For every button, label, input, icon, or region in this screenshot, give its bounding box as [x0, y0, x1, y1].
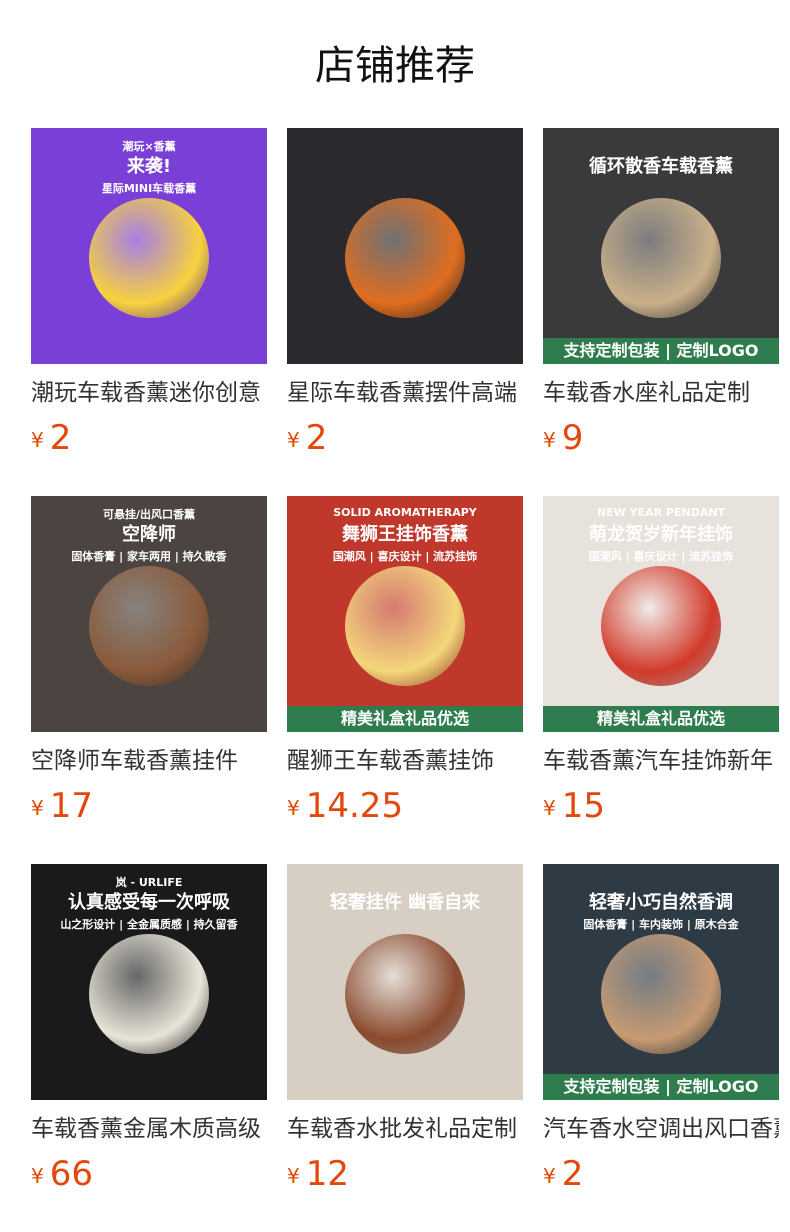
image-banner: 精美礼盒礼品优选: [543, 706, 779, 732]
product-image[interactable]: 岚 - URLIFE 认真感受每一次呼吸 山之形设计 | 全金属质感 | 持久留香: [31, 864, 267, 1100]
product-image[interactable]: 潮玩×香薰 来袭! 星际MINI车载香薰: [31, 128, 267, 364]
product-illustration: [89, 566, 209, 686]
product-illustration: [345, 566, 465, 686]
product-price: ¥17: [31, 786, 267, 826]
product-card[interactable]: 轻奢挂件 幽香自来车载香水批发礼品定制 ¥12: [287, 864, 523, 1232]
product-price: ¥2: [543, 1154, 779, 1194]
product-price: ¥15: [543, 786, 779, 826]
currency-symbol: ¥: [31, 796, 44, 820]
product-illustration: [601, 198, 721, 318]
product-card[interactable]: 可悬挂/出风口香薰 空降师 固体香膏 | 家车两用 | 持久散香 空降师车载香薰挂件 ¥…: [31, 496, 267, 864]
product-card[interactable]: 潮玩×香薰 来袭! 星际MINI车载香薰 潮玩车载香薰迷你创意 ¥2: [31, 128, 267, 496]
product-illustration: [89, 934, 209, 1054]
product-price: ¥14.25: [287, 786, 523, 826]
image-subheading: 星际MINI车载香薰: [101, 182, 197, 195]
image-subheading: 国潮风 | 喜庆设计 | 流苏挂饰: [332, 550, 478, 563]
product-card[interactable]: 轻奢小巧自然香调固体香膏 | 车内装饰 | 原木合金支持定制包装 | 定制LOG…: [543, 864, 779, 1232]
currency-symbol: ¥: [31, 1164, 44, 1188]
product-card[interactable]: SOLID AROMATHERAPY 舞狮王挂饰香薰国潮风 | 喜庆设计 | 流苏…: [287, 496, 523, 864]
price-value: 15: [561, 786, 605, 826]
product-image[interactable]: 轻奢挂件 幽香自来: [287, 864, 523, 1100]
price-value: 66: [49, 1154, 93, 1194]
product-title[interactable]: 车载香水批发礼品定制: [287, 1114, 523, 1144]
product-price: ¥12: [287, 1154, 523, 1194]
image-subheading: 国潮风 | 喜庆设计 | 流苏挂饰: [588, 550, 734, 563]
image-heading: 轻奢小巧自然香调: [589, 892, 733, 913]
product-card[interactable]: 星际车载香薰摆件高端 ¥2: [287, 128, 523, 496]
image-heading: 舞狮王挂饰香薰: [342, 524, 468, 545]
currency-symbol: ¥: [543, 796, 556, 820]
price-value: 14.25: [305, 786, 404, 826]
price-value: 12: [305, 1154, 349, 1194]
product-title[interactable]: 车载香水座礼品定制: [543, 378, 779, 408]
image-subheading: 固体香膏 | 家车两用 | 持久散香: [71, 550, 227, 563]
product-image[interactable]: 可悬挂/出风口香薰 空降师 固体香膏 | 家车两用 | 持久散香: [31, 496, 267, 732]
product-title[interactable]: 星际车载香薰摆件高端: [287, 378, 523, 408]
image-heading: 认真感受每一次呼吸: [68, 892, 230, 913]
price-value: 2: [305, 418, 328, 458]
image-banner: 精美礼盒礼品优选: [287, 706, 523, 732]
product-price: ¥2: [31, 418, 267, 458]
currency-symbol: ¥: [31, 428, 44, 452]
image-banner: 支持定制包装 | 定制LOGO: [543, 1074, 779, 1100]
section-title: 店铺推荐: [315, 43, 475, 89]
image-heading: 萌龙贺岁新年挂饰: [589, 524, 733, 545]
price-value: 9: [561, 418, 584, 458]
product-price: ¥9: [543, 418, 779, 458]
price-value: 2: [49, 418, 72, 458]
price-value: 17: [49, 786, 93, 826]
image-subheading: 山之形设计 | 全金属质感 | 持久留香: [60, 918, 238, 931]
image-heading: 来袭!: [126, 156, 172, 177]
product-title[interactable]: 汽车香水空调出风口香薰: [543, 1114, 779, 1144]
product-image[interactable]: 循环散香车载香薰支持定制包装 | 定制LOGO: [543, 128, 779, 364]
product-card[interactable]: 岚 - URLIFE 认真感受每一次呼吸 山之形设计 | 全金属质感 | 持久留香车…: [31, 864, 267, 1232]
product-illustration: [89, 198, 209, 318]
product-illustration: [345, 934, 465, 1054]
product-illustration: [601, 566, 721, 686]
image-heading: 空降师: [122, 524, 176, 545]
product-illustration: [601, 934, 721, 1054]
product-illustration: [345, 198, 465, 318]
currency-symbol: ¥: [287, 1164, 300, 1188]
product-image[interactable]: NEW YEAR PENDANT 萌龙贺岁新年挂饰国潮风 | 喜庆设计 | 流苏挂…: [543, 496, 779, 732]
product-title[interactable]: 潮玩车载香薰迷你创意: [31, 378, 267, 408]
product-title[interactable]: 醒狮王车载香薰挂饰: [287, 746, 523, 776]
price-value: 2: [561, 1154, 584, 1194]
image-heading: 轻奢挂件 幽香自来: [329, 892, 481, 913]
currency-symbol: ¥: [543, 428, 556, 452]
product-image[interactable]: [287, 128, 523, 364]
currency-symbol: ¥: [543, 1164, 556, 1188]
product-title[interactable]: 车载香薰金属木质高级: [31, 1114, 267, 1144]
product-card[interactable]: NEW YEAR PENDANT 萌龙贺岁新年挂饰国潮风 | 喜庆设计 | 流苏挂…: [543, 496, 779, 864]
section-header: 店铺推荐: [0, 0, 790, 128]
product-grid: 潮玩×香薰 来袭! 星际MINI车载香薰 潮玩车载香薰迷你创意 ¥2 星际车载香薰摆件高端…: [31, 128, 779, 1232]
currency-symbol: ¥: [287, 428, 300, 452]
product-image[interactable]: SOLID AROMATHERAPY 舞狮王挂饰香薰国潮风 | 喜庆设计 | 流苏…: [287, 496, 523, 732]
currency-symbol: ¥: [287, 796, 300, 820]
image-tag: NEW YEAR PENDANT: [596, 506, 726, 519]
image-tag: SOLID AROMATHERAPY: [333, 506, 477, 519]
image-heading: 循环散香车载香薰: [589, 156, 733, 177]
image-subheading: 固体香膏 | 车内装饰 | 原木合金: [583, 918, 739, 931]
product-price: ¥2: [287, 418, 523, 458]
product-image[interactable]: 轻奢小巧自然香调固体香膏 | 车内装饰 | 原木合金支持定制包装 | 定制LOG…: [543, 864, 779, 1100]
product-price: ¥66: [31, 1154, 267, 1194]
product-card[interactable]: 循环散香车载香薰支持定制包装 | 定制LOGO 车载香水座礼品定制 ¥9: [543, 128, 779, 496]
product-title[interactable]: 空降师车载香薰挂件: [31, 746, 267, 776]
product-title[interactable]: 车载香薰汽车挂饰新年: [543, 746, 779, 776]
image-banner: 支持定制包装 | 定制LOGO: [543, 338, 779, 364]
